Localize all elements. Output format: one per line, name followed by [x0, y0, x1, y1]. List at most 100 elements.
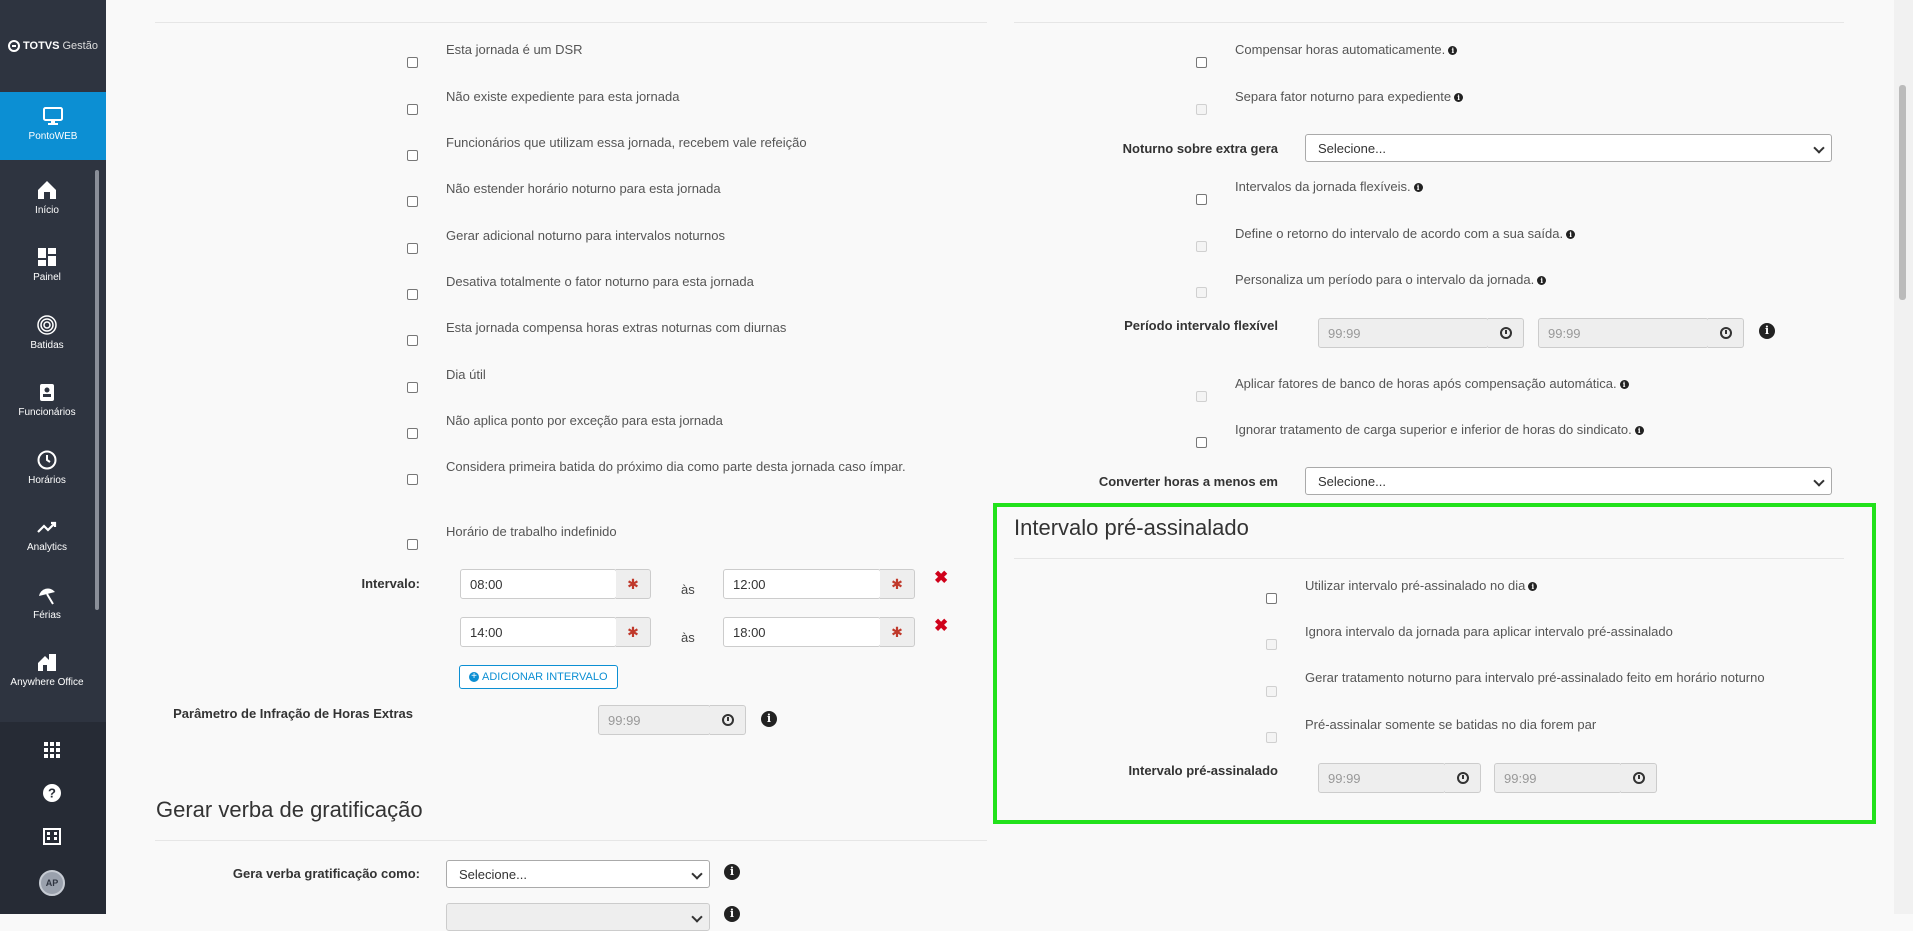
section-divider: [1014, 22, 1844, 23]
checkbox-label: Esta jornada compensa horas extras notur…: [446, 320, 787, 335]
checkbox-label: Intervalos da jornada flexíveis. i: [1235, 179, 1423, 194]
intervalo-end-input[interactable]: 18:00: [723, 617, 881, 647]
checkbox-dsr[interactable]: [407, 57, 418, 68]
checkbox-vale-refeicao[interactable]: [407, 150, 418, 161]
checkbox-tratamento-noturno[interactable]: [1266, 686, 1277, 697]
sidebar-item-anywhere-office[interactable]: Anywhere Office: [0, 638, 94, 704]
checkbox-label: Horário de trabalho indefinido: [446, 524, 617, 539]
clock-addon[interactable]: [710, 705, 746, 735]
sidebar-item-funcionarios[interactable]: Funcionários: [0, 368, 94, 434]
periodo-end-input[interactable]: 99:99: [1538, 318, 1709, 348]
building-icon[interactable]: [42, 826, 62, 846]
page-scrollbar-thumb[interactable]: [1899, 85, 1906, 300]
clock-icon: [1499, 327, 1512, 339]
remove-interval-icon[interactable]: ✖: [934, 616, 948, 636]
checkbox-personaliza-periodo[interactable]: [1196, 287, 1207, 298]
checkbox-desativa-fator-noturno[interactable]: [407, 289, 418, 300]
checkbox-aplicar-fatores-banco[interactable]: [1196, 391, 1207, 402]
checkbox-compensa-noturnas[interactable]: [407, 335, 418, 346]
checkbox-label: Personaliza um período para o intervalo …: [1235, 272, 1547, 287]
converter-horas-select[interactable]: Selecione...: [1305, 467, 1832, 495]
noturno-extra-select[interactable]: Selecione...: [1305, 134, 1832, 162]
sidebar-item-horarios[interactable]: Horários: [0, 436, 94, 502]
checkbox-label: Não existe expediente para esta jornada: [446, 89, 680, 104]
checkbox-label: Funcionários que utilizam essa jornada, …: [446, 135, 807, 150]
info-icon[interactable]: i: [1537, 276, 1547, 286]
asterisk-icon: ✱: [891, 624, 903, 640]
clock-addon[interactable]: [1621, 763, 1657, 793]
required-marker: ✱: [880, 569, 915, 599]
info-icon[interactable]: i: [1619, 380, 1629, 390]
checkbox-ponto-excecao[interactable]: [407, 428, 418, 439]
sidebar-item-analytics[interactable]: Analytics: [0, 503, 94, 569]
infracao-input[interactable]: 99:99: [598, 705, 711, 735]
avatar[interactable]: AP: [39, 870, 65, 896]
checkbox-label: Pré-assinalar somente se batidas no dia …: [1305, 717, 1597, 732]
checkbox-separa-fator-noturno[interactable]: [1196, 104, 1207, 115]
info-icon[interactable]: i: [1759, 323, 1775, 339]
intervalo-start-input[interactable]: 14:00: [460, 617, 617, 647]
periodo-start-input[interactable]: 99:99: [1318, 318, 1489, 348]
umbrella-icon: [39, 588, 55, 605]
plus-circle-icon: +: [469, 672, 479, 683]
checkbox-ignora-intervalo-jornada[interactable]: [1266, 639, 1277, 650]
info-icon[interactable]: i: [724, 864, 740, 880]
sidebar-item-pontoweb[interactable]: PontoWEB: [0, 92, 106, 160]
separator-text: às: [681, 582, 695, 597]
checkbox-intervalos-flexiveis[interactable]: [1196, 194, 1207, 205]
infracao-label: Parâmetro de Infração de Horas Extras: [173, 706, 413, 721]
sidebar-item-batidas[interactable]: Batidas: [0, 301, 94, 367]
help-icon[interactable]: ?: [42, 783, 62, 803]
clock-addon[interactable]: [1488, 318, 1524, 348]
add-interval-button[interactable]: + ADICIONAR INTERVALO: [459, 665, 618, 689]
clock-addon[interactable]: [1445, 763, 1481, 793]
checkbox-sem-expediente[interactable]: [407, 104, 418, 115]
clock-icon: [37, 450, 57, 470]
sidebar-scrollbar[interactable]: [95, 170, 99, 610]
asterisk-icon: ✱: [627, 624, 639, 640]
checkbox-label: Não aplica ponto por exceção para esta j…: [446, 413, 723, 428]
info-icon[interactable]: i: [1454, 93, 1464, 103]
totvs-logo-icon: [8, 40, 20, 52]
badge-icon: [40, 384, 54, 401]
checkbox-retorno-intervalo[interactable]: [1196, 241, 1207, 252]
checkbox-compensar-horas[interactable]: [1196, 57, 1207, 68]
sidebar-item-inicio[interactable]: Início: [0, 166, 94, 232]
required-marker: ✱: [616, 569, 651, 599]
checkbox-dia-util[interactable]: [407, 382, 418, 393]
info-icon[interactable]: i: [1448, 46, 1458, 56]
pre-assinalado-end-input[interactable]: 99:99: [1494, 763, 1622, 793]
info-icon[interactable]: i: [724, 906, 740, 922]
intervalo-start-input[interactable]: 08:00: [460, 569, 617, 599]
gratificacao-secondary-select[interactable]: [446, 903, 710, 931]
checkbox-label: Não estender horário noturno para esta j…: [446, 181, 721, 196]
asterisk-icon: ✱: [627, 576, 639, 592]
totvs-logo[interactable]: TOTVS Gestão: [8, 36, 100, 56]
checkbox-ignorar-carga-sindicato[interactable]: [1196, 437, 1207, 448]
apps-grid-icon[interactable]: [42, 740, 62, 760]
checkbox-label: Ignora intervalo da jornada para aplicar…: [1305, 624, 1673, 639]
checkbox-adicional-noturno[interactable]: [407, 243, 418, 254]
info-icon[interactable]: i: [1634, 426, 1644, 436]
info-icon[interactable]: i: [1566, 230, 1576, 240]
checkbox-label: Separa fator noturno para expediente i: [1235, 89, 1464, 104]
checkbox-horario-indefinido[interactable]: [407, 539, 418, 550]
info-icon[interactable]: i: [1528, 582, 1538, 592]
sidebar-item-painel[interactable]: Painel: [0, 233, 94, 299]
pre-assinalado-start-input[interactable]: 99:99: [1318, 763, 1446, 793]
remove-interval-icon[interactable]: ✖: [934, 568, 948, 588]
sidebar-item-ferias[interactable]: Férias: [0, 571, 94, 637]
checkbox-batidas-par[interactable]: [1266, 732, 1277, 743]
info-icon[interactable]: i: [761, 711, 777, 727]
fingerprint-icon: [37, 315, 57, 335]
section-divider: [155, 22, 987, 23]
info-icon[interactable]: i: [1413, 183, 1423, 193]
checkbox-nao-estender-noturno[interactable]: [407, 196, 418, 207]
checkbox-utilizar-pre-assinalado[interactable]: [1266, 593, 1277, 604]
checkbox-label: Dia útil: [446, 367, 486, 382]
pre-assinalado-title: Intervalo pré-assinalado: [1014, 515, 1249, 540]
checkbox-primeira-batida[interactable]: [407, 474, 418, 485]
gratificacao-select[interactable]: Selecione...: [446, 860, 710, 888]
clock-addon[interactable]: [1708, 318, 1744, 348]
intervalo-end-input[interactable]: 12:00: [723, 569, 881, 599]
